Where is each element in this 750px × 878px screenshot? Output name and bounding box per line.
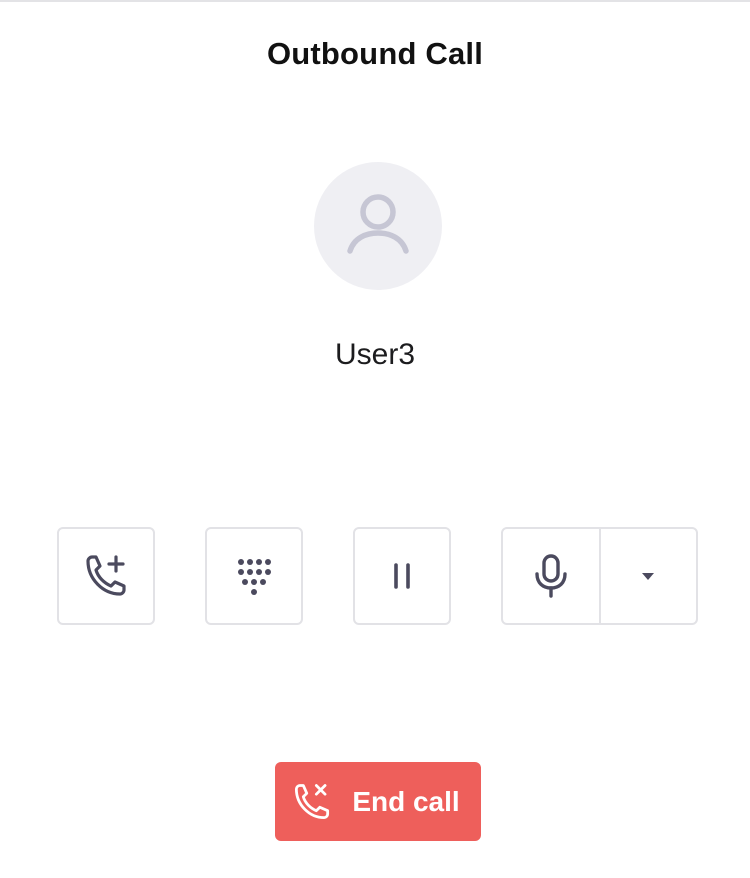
end-call-button[interactable]: End call xyxy=(275,762,481,841)
outbound-call-panel: Outbound Call User3 End call xyxy=(0,0,750,878)
page-title: Outbound Call xyxy=(266,36,484,71)
avatar xyxy=(314,162,442,290)
user-icon xyxy=(347,194,409,254)
microphone-icon xyxy=(535,554,567,598)
caret-down-icon xyxy=(642,573,655,580)
hold-button[interactable] xyxy=(353,527,451,625)
pause-icon xyxy=(394,563,410,589)
keypad-button[interactable] xyxy=(205,527,303,625)
mute-control-group xyxy=(501,527,698,625)
phone-plus-icon xyxy=(86,555,126,596)
phone-hangup-icon xyxy=(295,783,330,819)
add-call-button[interactable] xyxy=(57,527,155,625)
end-call-label: End call xyxy=(352,785,460,817)
mute-button[interactable] xyxy=(503,529,601,623)
audio-options-dropdown[interactable] xyxy=(601,529,697,623)
dialpad-icon xyxy=(238,559,271,595)
contact-name: User3 xyxy=(334,338,416,371)
